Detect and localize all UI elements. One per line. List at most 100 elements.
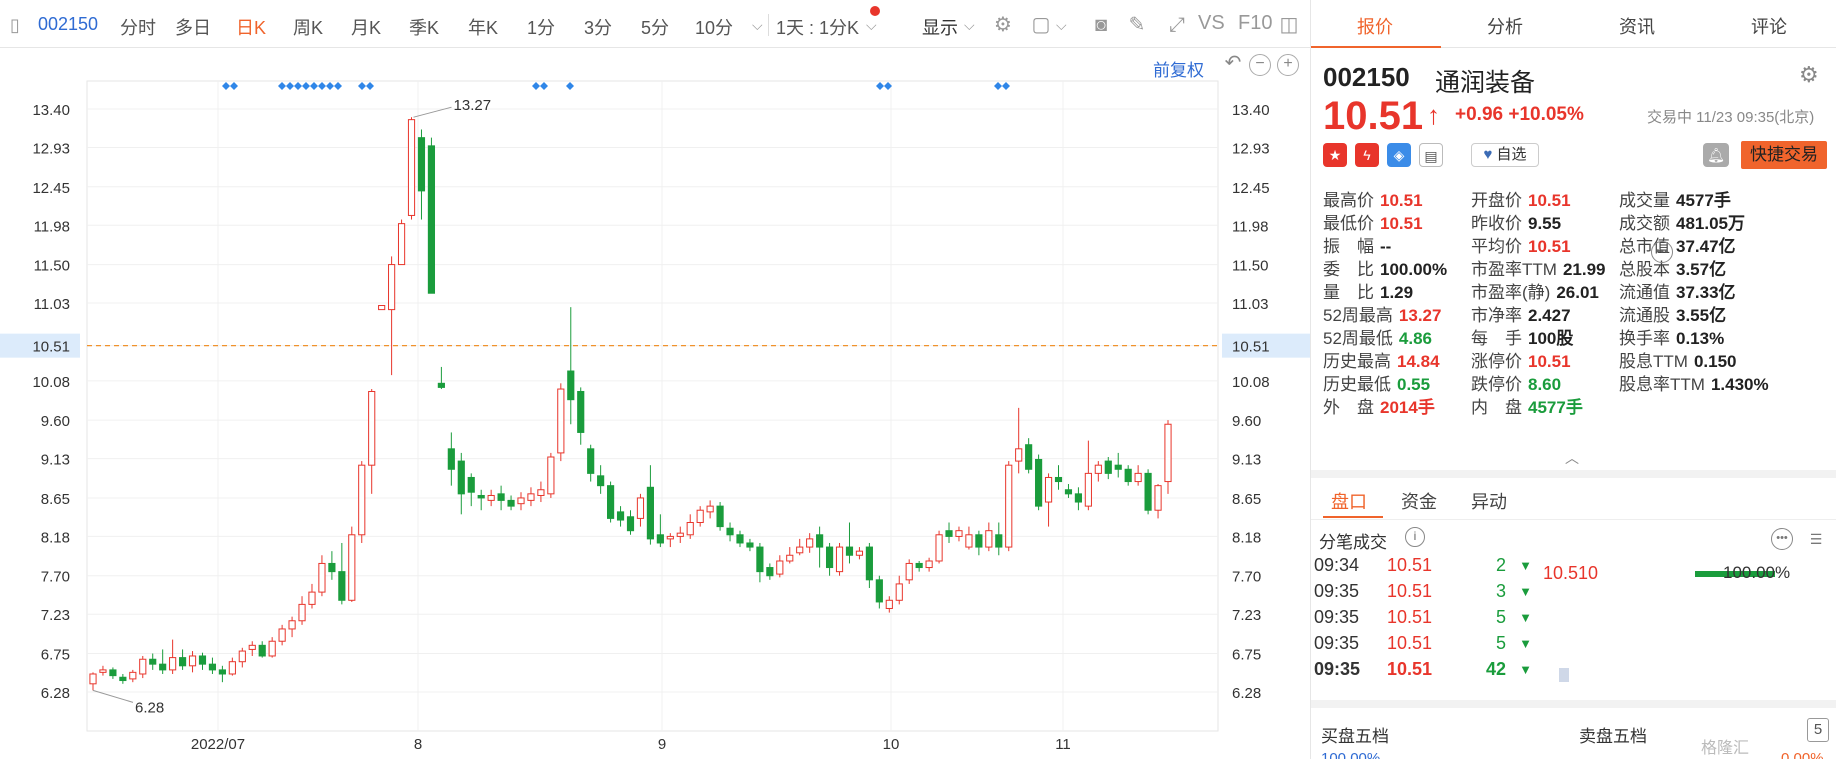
camera-icon[interactable]: ◙ [1088, 12, 1114, 38]
lightning-icon[interactable]: ϟ [1355, 143, 1379, 167]
tab-quote[interactable]: 报价 [1357, 13, 1393, 39]
candlestick[interactable] [89, 672, 97, 691]
tab-capital[interactable]: 资金 [1401, 488, 1437, 514]
list-menu-icon[interactable]: ☰ [1805, 528, 1827, 550]
candlestick[interactable] [1015, 407, 1023, 474]
zoom-in-icon[interactable]: + [1277, 54, 1299, 76]
tab-news[interactable]: 资讯 [1619, 13, 1655, 39]
pencil-icon[interactable]: ✎ [1124, 12, 1150, 38]
candlestick[interactable] [726, 522, 734, 542]
candlestick[interactable] [865, 542, 873, 589]
candlestick[interactable] [1104, 456, 1112, 480]
kline-chart[interactable]: 13.40 13.40 12.93 12.93 12.45 12.45 11.98 11.98… [0, 48, 1310, 759]
candlestick[interactable] [268, 637, 276, 658]
candlestick[interactable] [139, 655, 147, 679]
candlestick[interactable] [587, 444, 595, 482]
candlestick[interactable] [915, 560, 923, 572]
candlestick[interactable] [208, 657, 217, 674]
chevron-down-icon[interactable]: ⌵ [866, 17, 877, 34]
add-favorite-button[interactable]: ♥ 自选 [1471, 143, 1539, 167]
tab-10min[interactable]: 10分 [695, 14, 733, 40]
candlestick[interactable] [1164, 420, 1172, 494]
candlestick[interactable] [447, 432, 455, 486]
candlestick[interactable] [816, 526, 824, 568]
candlestick[interactable] [119, 673, 127, 684]
candlestick[interactable] [457, 452, 465, 515]
candlestick[interactable] [945, 522, 953, 543]
candlestick[interactable] [1005, 461, 1013, 552]
candlestick[interactable] [746, 538, 754, 552]
candlestick[interactable] [338, 542, 346, 605]
gear-icon[interactable]: ⚙ [1799, 62, 1819, 88]
event-marker[interactable] [358, 82, 366, 90]
event-marker[interactable] [366, 82, 374, 90]
candlestick[interactable] [1064, 484, 1073, 498]
candlestick[interactable] [198, 652, 207, 670]
event-marker[interactable] [230, 82, 238, 90]
tab-monthly-k[interactable]: 月K [351, 14, 381, 40]
event-marker[interactable] [1002, 82, 1010, 90]
candlestick[interactable] [388, 256, 396, 376]
tab-comments[interactable]: 评论 [1751, 13, 1787, 39]
candlestick[interactable] [1035, 454, 1043, 511]
candlestick[interactable] [169, 639, 177, 674]
candlestick[interactable] [905, 559, 913, 584]
toolbar-stock-code[interactable]: 002150 [38, 14, 98, 35]
candlestick[interactable] [786, 547, 794, 564]
chevron-down-icon[interactable]: ⌵ [752, 17, 763, 34]
candlestick[interactable] [358, 461, 366, 543]
event-marker[interactable] [302, 82, 310, 90]
kline-chart-area[interactable]: 13.40 13.40 12.93 12.93 12.45 12.45 11.98 11.98… [0, 48, 1310, 759]
candlestick[interactable] [427, 137, 436, 294]
bell-icon[interactable]: 🔔︎ [1703, 143, 1729, 167]
gear-icon[interactable]: ⚙ [990, 12, 1016, 38]
candlestick[interactable] [288, 616, 296, 638]
scroll-indicator[interactable] [1559, 668, 1569, 682]
panel-toggle-icon[interactable]: ◫ [1276, 12, 1302, 38]
square-icon[interactable]: ▢ [1028, 12, 1054, 38]
candlestick[interactable] [497, 485, 505, 511]
candlestick[interactable] [467, 473, 475, 507]
candlestick[interactable] [278, 624, 286, 646]
candlestick[interactable] [378, 305, 386, 311]
tab-timeshare[interactable]: 分时 [120, 14, 156, 40]
candlestick[interactable] [1124, 465, 1132, 486]
event-marker[interactable] [294, 82, 302, 90]
candlestick[interactable] [616, 506, 625, 527]
f10-button[interactable]: F10 [1238, 12, 1272, 35]
candlestick[interactable] [636, 493, 645, 527]
tab-order-book[interactable]: 盘口 [1331, 488, 1367, 514]
candlestick[interactable] [238, 647, 246, 668]
candlestick[interactable] [855, 547, 864, 560]
candlestick[interactable] [607, 481, 615, 523]
candlestick[interactable] [796, 538, 804, 556]
candlestick[interactable] [1154, 484, 1162, 519]
chevron-down-icon[interactable]: ⌵ [964, 17, 975, 34]
candlestick[interactable] [527, 487, 535, 507]
candlestick[interactable] [1084, 440, 1092, 511]
candlestick[interactable] [776, 555, 784, 578]
candlestick[interactable] [845, 522, 854, 564]
candlestick[interactable] [756, 542, 764, 583]
candlestick[interactable] [417, 129, 426, 220]
candlestick[interactable] [696, 506, 704, 527]
candlestick[interactable] [965, 526, 973, 550]
candlestick[interactable] [875, 575, 883, 609]
candlestick[interactable] [716, 502, 724, 531]
candlestick[interactable] [258, 641, 266, 658]
candlestick[interactable] [228, 657, 236, 676]
tab-yearly-k[interactable]: 年K [468, 14, 498, 40]
candlestick[interactable] [298, 596, 306, 625]
document-icon[interactable]: ▤ [1419, 143, 1443, 167]
candlestick[interactable] [368, 389, 376, 494]
candlestick[interactable] [537, 481, 545, 503]
range-select[interactable]: 1天 : 1分K [776, 14, 859, 40]
more-options-icon[interactable]: ••• [1771, 528, 1793, 550]
candlestick[interactable] [955, 526, 963, 542]
candlestick[interactable] [437, 366, 445, 390]
tab-multiday[interactable]: 多日 [175, 14, 211, 40]
candlestick[interactable] [1074, 487, 1083, 511]
candlestick[interactable] [975, 530, 983, 556]
undo-icon[interactable]: ↶ [1222, 53, 1244, 76]
event-marker[interactable] [278, 82, 286, 90]
